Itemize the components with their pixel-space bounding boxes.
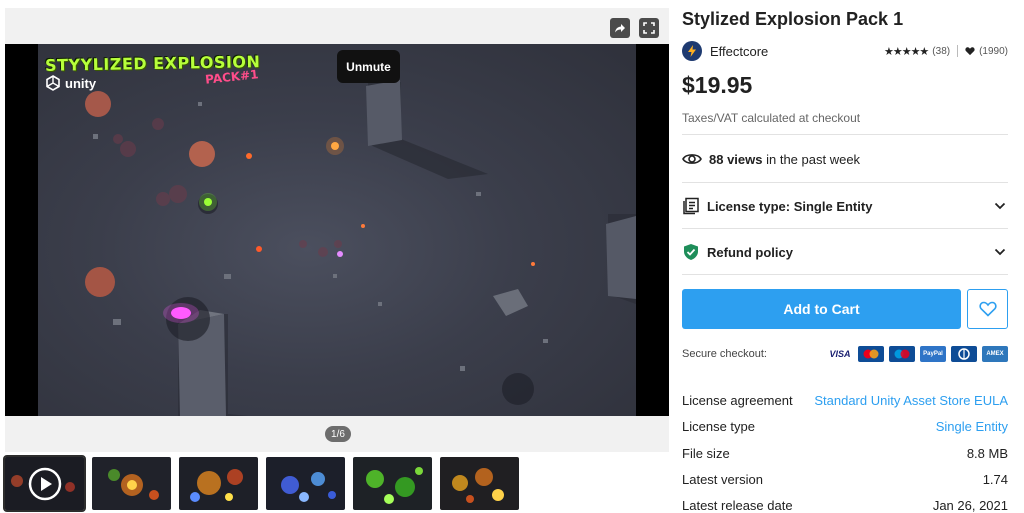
publisher-row: Effectcore ★★★★★ (38) (1990) (682, 40, 1008, 62)
rating-count: (38) (932, 45, 951, 57)
thumbnail-3[interactable] (179, 457, 258, 510)
detail-row-license-agreement: License agreement Standard Unity Asset S… (682, 393, 1008, 408)
explosion-scene-illustration (85, 80, 636, 416)
mastercard-icon (858, 346, 884, 362)
license-accordion[interactable]: License type: Single Entity (682, 195, 1008, 217)
secure-checkout-label: Secure checkout: (682, 348, 767, 360)
publisher-logo[interactable] (682, 41, 702, 61)
fullscreen-icon (643, 22, 655, 34)
eye-icon (682, 154, 702, 164)
license-document-icon (683, 197, 699, 215)
thumbnail-2[interactable] (92, 457, 171, 510)
heart-outline-icon (978, 301, 997, 317)
thumbnail-1[interactable] (3, 455, 86, 512)
detail-row-license-type: License type Single Entity (682, 419, 1008, 434)
rating-divider (957, 45, 959, 57)
divider (682, 182, 1008, 183)
refund-accordion-label: Refund policy (707, 244, 793, 260)
payment-methods: VISA PayPal AMEX (827, 346, 1008, 362)
eula-link[interactable]: Standard Unity Asset Store EULA (814, 393, 1008, 408)
detail-key: File size (682, 446, 730, 461)
detail-row-latest-version: Latest version 1.74 (682, 472, 1008, 487)
media-viewer: STYYLIZED EXPLOSION PACK#1 unity Unmute … (5, 8, 669, 452)
thumbnail-6[interactable] (440, 457, 519, 510)
add-to-cart-button[interactable]: Add to Cart (682, 289, 961, 329)
detail-key: Latest release date (682, 498, 793, 513)
detail-row-latest-release-date: Latest release date Jan 26, 2021 (682, 498, 1008, 513)
views-row: 88 views in the past week (682, 148, 1008, 170)
views-suffix: in the past week (762, 151, 861, 167)
star-rating-icon: ★★★★★ (883, 45, 929, 58)
shield-check-icon (684, 244, 698, 260)
divider (682, 274, 1008, 275)
media-toolbar (610, 18, 659, 38)
share-button[interactable] (610, 18, 630, 38)
play-video-icon (5, 457, 84, 510)
paypal-icon: PayPal (920, 346, 946, 362)
divider (682, 134, 1008, 135)
slide-counter: 1/6 (325, 426, 351, 442)
wishlist-button[interactable] (967, 289, 1008, 329)
heart-icon (965, 47, 975, 56)
publisher-link[interactable]: Effectcore (710, 44, 768, 59)
fullscreen-button[interactable] (639, 18, 659, 38)
thumbnail-4[interactable] (266, 457, 345, 510)
detail-row-file-size: File size 8.8 MB (682, 446, 1008, 461)
tax-note: Taxes/VAT calculated at checkout (682, 111, 861, 125)
share-icon (615, 24, 625, 33)
refund-accordion[interactable]: Refund policy (682, 241, 1008, 263)
rating-summary[interactable]: ★★★★★ (38) (1990) (884, 45, 1008, 58)
visa-icon: VISA (827, 346, 853, 362)
favorites-count: (1990) (979, 45, 1008, 57)
detail-key: Latest version (682, 472, 763, 487)
detail-key: License agreement (682, 393, 793, 408)
unity-label: unity (65, 75, 97, 91)
chevron-down-icon[interactable] (992, 244, 1008, 260)
detail-value: 8.8 MB (966, 446, 1008, 461)
chevron-down-icon[interactable] (992, 198, 1008, 214)
license-type-link[interactable]: Single Entity (936, 419, 1008, 434)
secure-checkout-row: Secure checkout: VISA PayPal AMEX (682, 346, 1008, 362)
detail-value: Jan 26, 2021 (932, 498, 1008, 513)
game-logo: STYYLIZED EXPLOSION PACK#1 unity (45, 52, 260, 91)
maestro-icon (889, 346, 915, 362)
views-count: 88 views (709, 151, 763, 167)
unmute-button[interactable]: Unmute (337, 50, 400, 83)
product-title: Stylized Explosion Pack 1 (682, 9, 904, 29)
video-frame: STYYLIZED EXPLOSION PACK#1 unity Unmute (38, 44, 636, 416)
thumbnail-5[interactable] (353, 457, 432, 510)
video-player[interactable]: STYYLIZED EXPLOSION PACK#1 unity Unmute (5, 44, 669, 416)
unity-icon (46, 75, 60, 91)
diners-club-icon (951, 346, 977, 362)
license-accordion-label: License type: Single Entity (707, 198, 873, 214)
lightning-icon (688, 45, 696, 57)
detail-value: 1.74 (982, 472, 1008, 487)
divider (682, 228, 1008, 229)
amex-icon: AMEX (982, 346, 1008, 362)
price: $19.95 (682, 72, 753, 98)
thumbnail-strip (3, 455, 519, 512)
detail-key: License type (682, 419, 755, 434)
